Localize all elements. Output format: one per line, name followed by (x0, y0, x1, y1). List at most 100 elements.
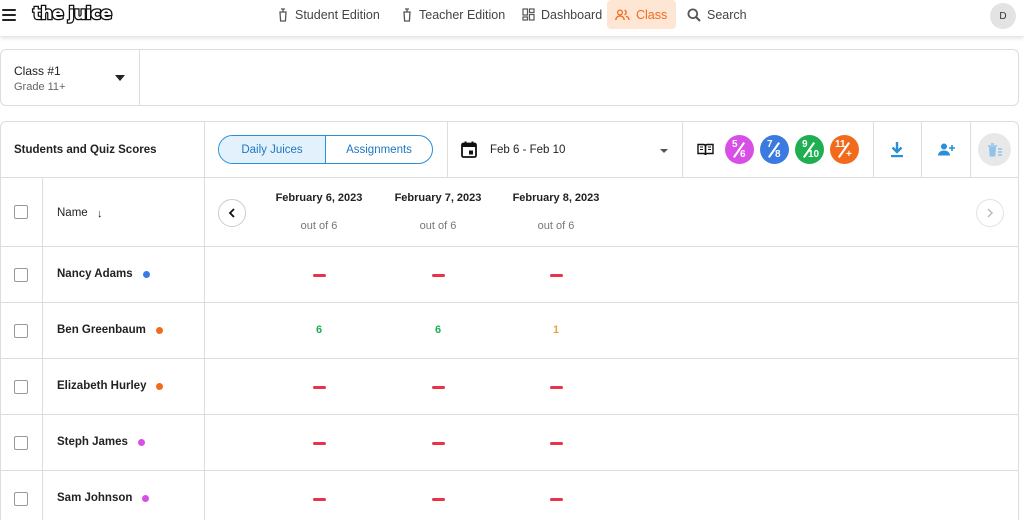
top-nav: the juice Student Edition Teacher Editio… (0, 0, 1024, 36)
student-name[interactable]: Elizabeth Hurley (57, 380, 146, 392)
row-checkbox[interactable] (14, 324, 28, 338)
no-score-dash (313, 386, 326, 389)
class-grade: Grade 11+ (14, 81, 66, 93)
students-table: Students and Quiz Scores Daily Juices As… (0, 121, 1019, 520)
level-filter-7-8[interactable]: 78 (760, 135, 789, 164)
level-filter-5-6[interactable]: 56 (725, 135, 754, 164)
nav-student-edition[interactable]: Student Edition (269, 0, 388, 29)
class-panel: Class #1 Grade 11+ (0, 49, 1019, 106)
no-score-dash (432, 498, 445, 501)
select-all-checkbox[interactable] (14, 205, 28, 219)
divider (447, 122, 448, 178)
add-user-icon[interactable] (937, 143, 955, 156)
divider (204, 122, 205, 520)
no-score-dash (432, 386, 445, 389)
quiz-score[interactable]: 6 (304, 324, 334, 336)
nav-label: Class (636, 7, 668, 22)
search-icon (687, 8, 701, 22)
table-row (1, 359, 1018, 415)
no-score-dash (313, 498, 326, 501)
divider (970, 122, 971, 178)
date-column-header: February 7, 2023 (394, 192, 482, 204)
delete-list-icon (988, 142, 1002, 156)
name-column-header[interactable]: Name (57, 207, 88, 219)
toggle-daily-juices[interactable]: Daily Juices (219, 136, 326, 163)
level-bottom: 10 (808, 149, 820, 160)
class-name: Class #1 (14, 64, 61, 78)
people-icon (615, 8, 630, 20)
level-top: 5 (732, 139, 738, 150)
table-caption: Students and Quiz Scores (14, 144, 157, 156)
table-row (1, 415, 1018, 471)
no-score-dash (550, 386, 563, 389)
nav-dashboard[interactable]: Dashboard (514, 0, 610, 29)
level-top: 7 (767, 139, 773, 150)
no-score-dash (432, 442, 445, 445)
prev-dates-button[interactable] (218, 199, 246, 227)
level-filter-9-10[interactable]: 9 10 (795, 135, 824, 164)
student-name[interactable]: Steph James (57, 436, 128, 448)
student-name[interactable]: Ben Greenbaum (57, 324, 146, 336)
menu-icon[interactable] (2, 9, 16, 21)
level-bottom: 8 (775, 149, 781, 160)
row-checkbox[interactable] (14, 268, 28, 282)
book-icon[interactable] (697, 143, 714, 156)
date-column-sub: out of 6 (537, 220, 575, 232)
no-score-dash (550, 498, 563, 501)
no-score-dash (313, 274, 326, 277)
row-checkbox[interactable] (14, 436, 28, 450)
table-row (1, 303, 1018, 359)
nav-label: Teacher Edition (419, 7, 506, 22)
level-bottom: 6 (740, 149, 746, 160)
logo[interactable]: the juice (32, 3, 114, 26)
quiz-score[interactable]: 6 (423, 324, 453, 336)
nav-class[interactable]: Class (607, 0, 676, 29)
no-score-dash (313, 442, 326, 445)
divider (42, 178, 43, 520)
header-row (1, 178, 1018, 247)
level-dot (137, 439, 145, 446)
nav-label: Student Edition (295, 7, 380, 22)
cup-icon (279, 7, 287, 22)
sort-arrow-icon[interactable]: ↓ (97, 208, 103, 220)
date-range-select[interactable]: Feb 6 - Feb 10 (490, 144, 565, 156)
caret-down-icon (660, 149, 668, 153)
table-row (1, 247, 1018, 303)
divider (682, 122, 683, 178)
level-dot (155, 327, 163, 334)
date-column-header: February 8, 2023 (512, 192, 600, 204)
date-column-sub: out of 6 (300, 220, 338, 232)
no-score-dash (550, 442, 563, 445)
nav-search[interactable]: Search (679, 0, 755, 29)
no-score-dash (550, 274, 563, 277)
download-icon[interactable] (889, 141, 905, 158)
nav-teacher-edition[interactable]: Teacher Edition (393, 0, 513, 29)
next-dates-button[interactable] (976, 199, 1004, 227)
chevron-right-icon (987, 208, 994, 218)
row-checkbox[interactable] (14, 492, 28, 506)
divider (873, 122, 874, 178)
divider (921, 122, 922, 178)
no-score-dash (432, 274, 445, 277)
level-dot (143, 271, 151, 278)
dashboard-icon (522, 8, 535, 21)
calendar-icon (461, 141, 477, 158)
date-column-sub: out of 6 (419, 220, 457, 232)
level-filter-11-plus[interactable]: 11 + (830, 135, 859, 164)
delete-button[interactable] (978, 133, 1011, 166)
avatar[interactable]: D (990, 3, 1016, 29)
chevron-left-icon (228, 208, 235, 218)
row-checkbox[interactable] (14, 380, 28, 394)
caret-down-icon (115, 75, 125, 81)
date-column-header: February 6, 2023 (275, 192, 363, 204)
level-top: 9 (802, 139, 808, 150)
level-bottom: + (846, 149, 852, 160)
class-dropdown[interactable]: Class #1 Grade 11+ (1, 50, 140, 105)
table-row (1, 471, 1018, 520)
view-toggle: Daily Juices Assignments (218, 135, 433, 164)
toggle-assignments[interactable]: Assignments (326, 136, 432, 163)
student-name[interactable]: Nancy Adams (57, 268, 133, 280)
quiz-score[interactable]: 1 (541, 324, 571, 336)
student-name[interactable]: Sam Johnson (57, 492, 132, 504)
nav-label: Search (707, 7, 747, 22)
